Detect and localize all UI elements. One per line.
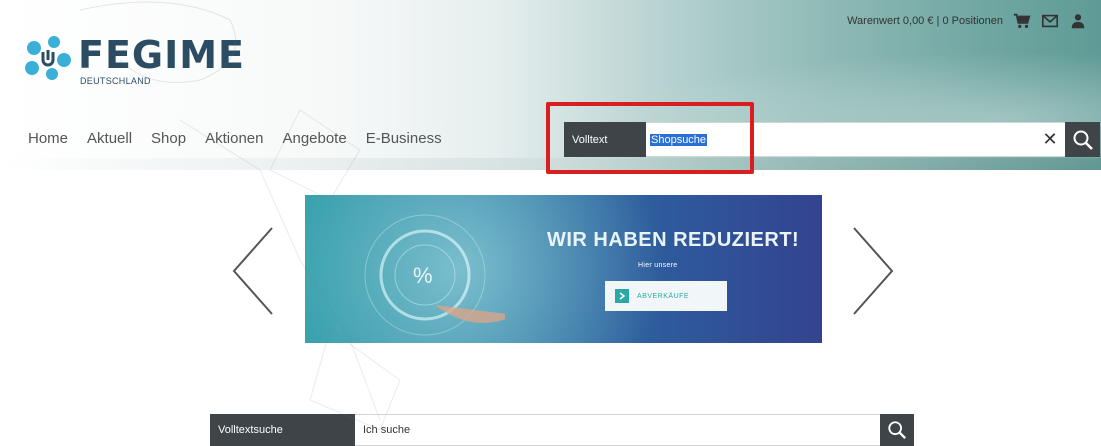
banner-subline: Hier unsere — [638, 262, 678, 269]
brand-name: FEGIME — [78, 33, 246, 77]
carousel-next-arrow[interactable] — [850, 226, 896, 316]
nav-item-aktuell[interactable]: Aktuell — [87, 130, 132, 147]
search-highlight-box — [546, 102, 754, 174]
search-button[interactable] — [1065, 122, 1100, 157]
abverkaeufe-label: ABVERKÄUFE — [637, 292, 690, 300]
fulltext-search-input[interactable]: Ich suche — [355, 414, 880, 446]
chevron-right-icon — [615, 289, 629, 303]
mail-icon[interactable] — [1041, 12, 1059, 30]
cart-icon[interactable] — [1013, 12, 1031, 30]
nav-item-aktionen[interactable]: Aktionen — [205, 130, 263, 147]
banner-headline: WIR HABEN REDUZIERT! — [547, 229, 800, 251]
logo-mark-icon — [25, 36, 71, 80]
user-icon[interactable] — [1069, 12, 1087, 30]
clear-search-button[interactable]: ✕ — [1035, 122, 1065, 157]
abverkaeufe-button[interactable]: ABVERKÄUFE — [605, 281, 727, 311]
fulltext-search-label[interactable]: Volltextsuche — [210, 414, 355, 446]
cart-summary[interactable]: Warenwert 0,00 € | 0 Positionen — [847, 15, 1003, 27]
carousel-prev-arrow[interactable] — [230, 226, 276, 316]
nav-item-e-business[interactable]: E-Business — [366, 130, 442, 147]
header-topbar: Warenwert 0,00 € | 0 Positionen — [847, 11, 1087, 31]
svg-text:%: % — [413, 263, 433, 288]
nav-item-home[interactable]: Home — [28, 130, 68, 147]
search-icon — [888, 421, 906, 439]
fulltext-search-bar: Volltextsuche Ich suche — [210, 414, 914, 446]
main-nav: Home Aktuell Shop Aktionen Angebote E-Bu… — [28, 130, 442, 147]
percent-ring-graphic: % — [364, 214, 505, 336]
nav-item-shop[interactable]: Shop — [151, 130, 186, 147]
logo[interactable]: FEGIME DEUTSCHLAND — [24, 36, 245, 86]
brand-subtitle: DEUTSCHLAND — [80, 76, 151, 86]
fulltext-search-button[interactable] — [880, 414, 914, 446]
nav-item-angebote[interactable]: Angebote — [282, 130, 346, 147]
promo-banner[interactable]: % WIR HABEN REDUZIERT! Hier unsere ABVER… — [305, 195, 822, 343]
search-icon — [1073, 130, 1093, 150]
